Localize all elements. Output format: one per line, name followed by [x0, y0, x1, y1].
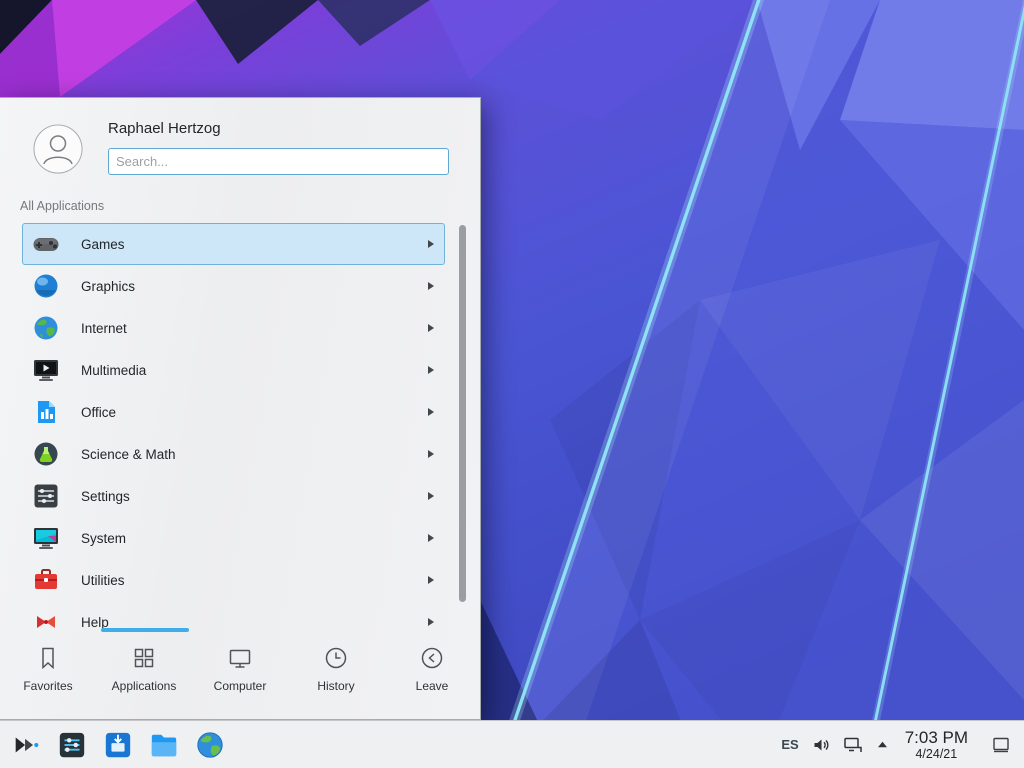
- category-list: Games Graphics: [0, 223, 481, 633]
- chevron-right-icon: [428, 408, 434, 416]
- user-avatar[interactable]: [33, 124, 83, 174]
- chevron-right-icon: [428, 534, 434, 542]
- chevron-right-icon: [428, 324, 434, 332]
- chevron-right-icon: [428, 240, 434, 248]
- tab-computer[interactable]: Computer: [192, 631, 288, 719]
- tab-label: Applications: [112, 679, 177, 693]
- web-browser-button[interactable]: [194, 729, 226, 761]
- clock-icon: [323, 645, 349, 671]
- category-label: Internet: [81, 321, 127, 336]
- category-games[interactable]: Games: [22, 223, 445, 265]
- scrollbar[interactable]: [459, 225, 466, 602]
- category-office[interactable]: Office: [22, 391, 445, 433]
- category-label: Multimedia: [81, 363, 146, 378]
- clock-time: 7:03 PM: [905, 728, 968, 747]
- file-manager-icon: [149, 730, 179, 760]
- tab-label: History: [317, 679, 354, 693]
- computer-icon: [227, 645, 253, 671]
- keyboard-layout-indicator[interactable]: ES: [781, 737, 798, 752]
- office-icon: [32, 398, 60, 426]
- graphics-icon: [32, 272, 60, 300]
- category-label: Utilities: [81, 573, 125, 588]
- tab-leave[interactable]: Leave: [384, 631, 480, 719]
- multimedia-icon: [32, 356, 60, 384]
- web-browser-icon: [195, 730, 225, 760]
- category-graphics[interactable]: Graphics: [22, 265, 445, 307]
- system-icon: [32, 524, 60, 552]
- category-science-math[interactable]: Science & Math: [22, 433, 445, 475]
- tab-label: Computer: [214, 679, 267, 693]
- chevron-right-icon: [428, 492, 434, 500]
- expand-arrow-icon: [876, 740, 889, 749]
- category-label: Science & Math: [81, 447, 176, 462]
- category-help[interactable]: Help: [22, 601, 445, 633]
- category-label: Office: [81, 405, 116, 420]
- category-system[interactable]: System: [22, 517, 445, 559]
- tab-label: Favorites: [23, 679, 72, 693]
- category-utilities[interactable]: Utilities: [22, 559, 445, 601]
- utilities-icon: [32, 566, 60, 594]
- system-settings-icon: [57, 730, 87, 760]
- tab-favorites[interactable]: Favorites: [0, 631, 96, 719]
- section-label: All Applications: [20, 199, 104, 213]
- app-launcher-icon: [11, 730, 41, 760]
- app-grid-icon: [131, 645, 157, 671]
- science-math-icon: [32, 440, 60, 468]
- system-settings-button[interactable]: [56, 729, 88, 761]
- network-icon: [843, 736, 863, 754]
- category-label: System: [81, 531, 126, 546]
- help-icon: [32, 608, 60, 633]
- games-icon: [32, 230, 60, 258]
- software-center-button[interactable]: [102, 729, 134, 761]
- tab-applications[interactable]: Applications: [96, 631, 192, 719]
- app-launcher-button[interactable]: [10, 729, 42, 761]
- chevron-right-icon: [428, 282, 434, 290]
- system-tray: ES 7:03 PM 4/24/21: [781, 724, 1018, 766]
- chevron-right-icon: [428, 576, 434, 584]
- bookmark-icon: [35, 645, 61, 671]
- tab-label: Leave: [416, 679, 449, 693]
- tab-history[interactable]: History: [288, 631, 384, 719]
- volume-button[interactable]: [812, 736, 830, 754]
- show-desktop-button[interactable]: [986, 724, 1016, 766]
- category-label: Games: [81, 237, 125, 252]
- taskbar-panel: ES 7:03 PM 4/24/21: [0, 720, 1024, 768]
- show-desktop-icon: [991, 736, 1011, 754]
- chevron-right-icon: [428, 618, 434, 626]
- chevron-right-icon: [428, 450, 434, 458]
- category-label: Graphics: [81, 279, 135, 294]
- settings-icon: [32, 482, 60, 510]
- file-manager-button[interactable]: [148, 729, 180, 761]
- category-settings[interactable]: Settings: [22, 475, 445, 517]
- clock-date: 4/24/21: [905, 747, 968, 761]
- digital-clock[interactable]: 7:03 PM 4/24/21: [905, 728, 968, 761]
- internet-icon: [32, 314, 60, 342]
- leave-icon: [419, 645, 445, 671]
- taskbar-launchers: [6, 729, 226, 761]
- network-button[interactable]: [843, 736, 863, 754]
- user-avatar-icon: [33, 124, 83, 174]
- search-input[interactable]: [108, 148, 449, 175]
- category-internet[interactable]: Internet: [22, 307, 445, 349]
- category-label: Settings: [81, 489, 130, 504]
- category-multimedia[interactable]: Multimedia: [22, 349, 445, 391]
- software-center-icon: [103, 730, 133, 760]
- launcher-footer-tabs: Favorites Applications Computer History: [0, 631, 480, 719]
- volume-icon: [812, 736, 830, 754]
- tray-expand-button[interactable]: [876, 740, 889, 749]
- chevron-right-icon: [428, 366, 434, 374]
- application-launcher-menu: Raphael Hertzog All Applications Games: [0, 97, 481, 720]
- user-name: Raphael Hertzog: [108, 120, 221, 137]
